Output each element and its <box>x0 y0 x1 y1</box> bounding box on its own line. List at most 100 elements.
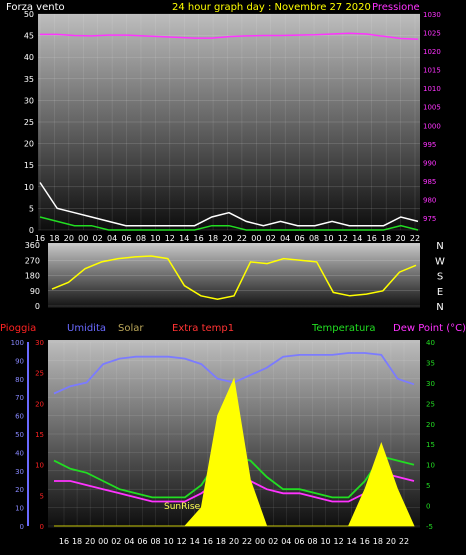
y-tick-rain: 10 <box>35 462 44 470</box>
legend-item: Temperatura <box>311 323 376 334</box>
y-tick-label: 90 <box>30 287 40 296</box>
y-tick-right: 990 <box>423 159 436 167</box>
y-tick-rain: 20 <box>35 400 44 408</box>
x-tick-label: 10 <box>150 234 160 243</box>
x-tick-label: 06 <box>294 537 304 546</box>
y-tick-left: 5 <box>29 204 34 213</box>
y-tick-rain: 30 <box>35 339 44 347</box>
y-tick-humidity: 40 <box>15 449 24 457</box>
x-tick-label: 22 <box>237 234 247 243</box>
x-tick-label: 08 <box>150 537 160 546</box>
x-tick-label: 18 <box>72 537 82 546</box>
y-tick-temperature: 30 <box>426 380 435 388</box>
x-tick-label: 22 <box>410 234 420 243</box>
y-tick-humidity: 10 <box>15 505 24 513</box>
y-tick-rain: 0 <box>40 523 44 531</box>
x-tick-label: 22 <box>242 537 252 546</box>
x-tick-label: 08 <box>136 234 146 243</box>
x-tick-label: 00 <box>98 537 108 546</box>
y-tick-temperature: 10 <box>426 462 435 470</box>
x-tick-label: 20 <box>222 234 232 243</box>
x-tick-label: 12 <box>338 234 348 243</box>
y-tick-temperature: 35 <box>426 359 435 367</box>
y-tick-left: 30 <box>24 96 34 105</box>
y-tick-humidity: 30 <box>15 468 24 476</box>
y-tick-left: 10 <box>24 183 34 192</box>
x-tick-label: 20 <box>229 537 239 546</box>
left-axis-title: Forza vento <box>6 2 65 13</box>
y-tick-humidity: 100 <box>11 339 24 347</box>
compass-label: E <box>437 287 443 298</box>
compass-label: N <box>436 241 443 252</box>
x-tick-label: 18 <box>49 234 59 243</box>
y-tick-label: 360 <box>25 241 40 250</box>
y-tick-label: 270 <box>25 256 40 265</box>
x-tick-label: 18 <box>373 537 383 546</box>
y-tick-humidity: 60 <box>15 413 24 421</box>
x-tick-label: 12 <box>165 234 175 243</box>
right-axis-title: Pressione <box>372 2 420 13</box>
x-tick-label: 00 <box>78 234 88 243</box>
y-tick-left: 35 <box>24 75 34 84</box>
y-tick-temperature: -5 <box>426 523 433 531</box>
x-tick-label: 22 <box>399 537 409 546</box>
x-tick-label: 20 <box>386 537 396 546</box>
y-tick-temperature: 20 <box>426 421 435 429</box>
x-tick-label: 10 <box>323 234 333 243</box>
weather-graph: Forza vento 24 hour graph day : Novembre… <box>0 2 466 546</box>
legend-item: Pioggia <box>0 323 36 334</box>
y-tick-humidity: 70 <box>15 394 24 402</box>
x-tick-label: 04 <box>124 537 134 546</box>
x-tick-label: 02 <box>268 537 278 546</box>
x-tick-label: 04 <box>107 234 117 243</box>
x-tick-label: 18 <box>208 234 218 243</box>
y-tick-left: 40 <box>24 53 34 62</box>
x-tick-label: 18 <box>216 537 226 546</box>
y-tick-right: 985 <box>423 178 436 186</box>
x-tick-label: 14 <box>347 537 357 546</box>
legend-item: Dew Point (°C) <box>393 323 466 334</box>
y-tick-left: 45 <box>24 32 34 41</box>
x-tick-label: 16 <box>360 537 370 546</box>
x-tick-label: 14 <box>352 234 362 243</box>
x-tick-label: 16 <box>203 537 213 546</box>
legend-item: Umidita <box>67 323 106 334</box>
x-tick-label: 14 <box>190 537 200 546</box>
y-tick-left: 0 <box>29 226 34 235</box>
x-tick-label: 02 <box>266 234 276 243</box>
x-tick-label: 08 <box>307 537 317 546</box>
x-tick-label: 14 <box>179 234 189 243</box>
x-tick-label: 06 <box>137 537 147 546</box>
y-tick-temperature: 15 <box>426 441 435 449</box>
y-tick-right: 1025 <box>423 30 441 38</box>
compass-label: S <box>437 272 443 283</box>
x-tick-label: 20 <box>395 234 405 243</box>
x-tick-label: 12 <box>177 537 187 546</box>
x-tick-label: 20 <box>64 234 74 243</box>
y-tick-humidity: 50 <box>15 431 24 439</box>
y-tick-left: 50 <box>24 10 34 19</box>
legend-item: Extra temp1 <box>172 323 234 334</box>
x-tick-label: 00 <box>251 234 261 243</box>
y-tick-left: 15 <box>24 161 34 170</box>
y-tick-rain: 15 <box>35 431 44 439</box>
sunrise-annotation: SunRise <box>164 502 201 512</box>
y-tick-label: 0 <box>35 302 40 311</box>
y-tick-right: 1030 <box>423 11 441 19</box>
y-tick-right: 1005 <box>423 104 441 112</box>
y-tick-humidity: 20 <box>15 486 24 494</box>
y-tick-humidity: 90 <box>15 357 24 365</box>
x-tick-label: 18 <box>381 234 391 243</box>
x-tick-label: 06 <box>121 234 131 243</box>
y-tick-right: 995 <box>423 141 436 149</box>
y-tick-right: 1000 <box>423 122 441 130</box>
x-tick-label: 04 <box>280 234 290 243</box>
x-tick-label: 16 <box>194 234 204 243</box>
x-tick-label: 08 <box>309 234 319 243</box>
y-tick-humidity: 0 <box>20 523 24 531</box>
y-tick-right: 1015 <box>423 67 441 75</box>
chart-title: 24 hour graph day : Novembre 27 2020 <box>172 2 371 13</box>
x-tick-label: 10 <box>320 537 330 546</box>
y-tick-rain: 25 <box>35 370 44 378</box>
y-tick-right: 1020 <box>423 48 441 56</box>
